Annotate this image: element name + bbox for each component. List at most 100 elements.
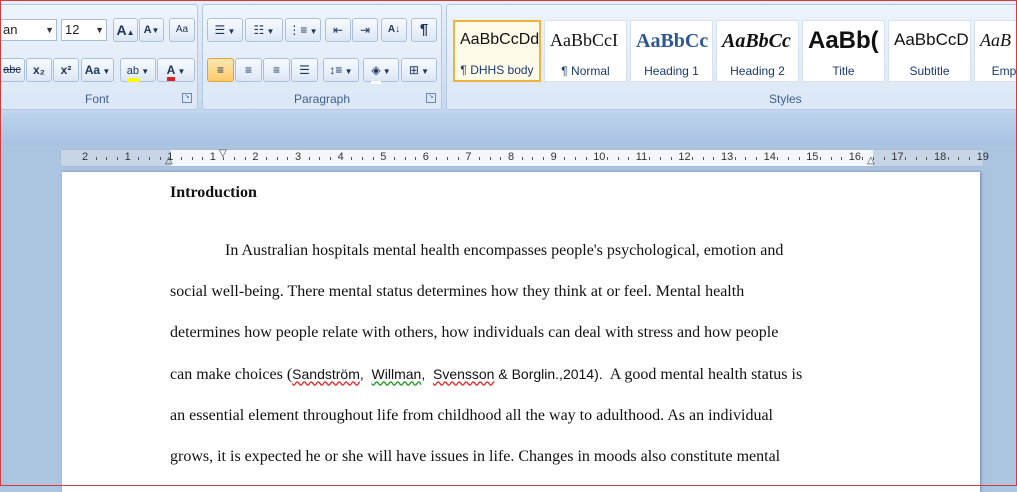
increase-indent-button[interactable]: ⇥ (352, 18, 378, 42)
clear-formatting-button[interactable]: Aa (169, 18, 195, 42)
ruler-number: 18 (934, 151, 947, 163)
paragraph-group: ☰ ▼ ☷ ▼ ⋮≡ ▼ ⇤ ⇥ A↓ ¶ ≡ ≡ ≡ ☰ ↕≡ ▼ ◈ ▼ ⊞… (202, 4, 442, 110)
ruler-tick (351, 157, 353, 160)
subscript-button[interactable]: x₂ (26, 58, 52, 82)
style-preview: AaBbCcI (550, 30, 618, 50)
ruler-number: 13 (721, 151, 734, 163)
ruler-tick (787, 157, 789, 160)
first-line-indent-marker-icon[interactable]: ▽ (219, 148, 227, 159)
ruler-tick (180, 157, 182, 160)
line-spacing-icon: ↕≡ (329, 63, 343, 77)
paragraph-dialog-launcher-icon[interactable]: ↘ (426, 93, 436, 103)
font-dialog-launcher-icon[interactable]: ↘ (182, 93, 192, 103)
ruler-tick (361, 157, 363, 160)
increase-indent-icon: ⇥ (359, 23, 371, 37)
right-indent-marker-icon[interactable]: △ (867, 155, 875, 166)
citation-author: Sandström (292, 365, 360, 382)
style-name: Emp (991, 64, 1017, 78)
style-preview: AaBb( (808, 27, 879, 54)
ruler-tick (968, 157, 970, 160)
horizontal-ruler[interactable]: 2 1 1 1 2 3 4 5 6 7 8 9 10 11 12 13 14 15 16 17 18 19 ▽ △ △ (60, 148, 989, 167)
shrink-font-button[interactable]: A▼ (139, 18, 164, 42)
document-page[interactable]: Introduction In Australian hospitals men… (62, 172, 980, 492)
ruler-tick (479, 157, 481, 160)
style-tile-title[interactable]: AaBb( Title (802, 20, 885, 82)
ruler-tick (660, 157, 662, 160)
ruler-tick (755, 157, 757, 160)
document-body[interactable]: Introduction In Australian hospitals men… (170, 180, 870, 477)
show-formatting-button[interactable]: ¶ (411, 18, 437, 42)
style-tile-emphasis[interactable]: AaB Emp (974, 20, 1017, 82)
align-right-button[interactable]: ≡ (263, 58, 290, 82)
left-indent-marker-icon[interactable]: △ (165, 155, 173, 166)
ruler-tick (287, 157, 289, 160)
justify-icon: ☰ (299, 63, 310, 77)
justify-button[interactable]: ☰ (291, 58, 318, 82)
ruler-tick (234, 157, 236, 160)
ruler-tick (393, 157, 395, 160)
chevron-down-icon: ▼ (45, 25, 54, 35)
ruler-tick (116, 157, 118, 160)
decrease-indent-button[interactable]: ⇤ (325, 18, 351, 42)
ruler-tick (148, 157, 150, 160)
strikethrough-icon: abc (3, 64, 21, 76)
sort-button[interactable]: A↓ (381, 18, 407, 42)
decrease-indent-icon: ⇤ (332, 23, 344, 37)
align-center-button[interactable]: ≡ (235, 58, 262, 82)
ruler-number: 14 (763, 151, 776, 163)
shading-button[interactable]: ◈ ▼ (363, 58, 399, 84)
ruler-tick (915, 157, 917, 160)
ruler-tick (319, 157, 321, 160)
ruler-tick (958, 157, 960, 160)
style-preview: AaBbCcDd (460, 31, 540, 48)
grow-font-button[interactable]: A▲ (113, 18, 138, 42)
ruler-tick (532, 157, 534, 160)
ruler-tick (436, 157, 438, 160)
borders-button[interactable]: ⊞ ▼ (401, 58, 437, 82)
superscript-button[interactable]: x² (53, 58, 79, 82)
highlight-button[interactable]: ab ▼ (120, 58, 156, 82)
paint-bucket-icon: ◈ (371, 59, 381, 84)
style-tile-heading-1[interactable]: AaBbCc Heading 1 (630, 20, 713, 82)
section-heading: Introduction (170, 184, 257, 201)
font-name-combo[interactable]: an ▼ (0, 19, 57, 41)
citation-separator: , (359, 365, 372, 382)
style-tile-normal[interactable]: AaBbCcI ¶ Normal (544, 20, 627, 82)
style-tile-heading-2[interactable]: AaBbCc Heading 2 (716, 20, 799, 82)
line-spacing-button[interactable]: ↕≡ ▼ (323, 58, 359, 82)
chevron-down-icon: ▼ (95, 25, 104, 35)
style-tile-dhhs-body[interactable]: AaBbCcDd ¶ DHHS body (453, 20, 541, 82)
numbering-button[interactable]: ☷ ▼ (245, 18, 283, 42)
ruler-tick (202, 157, 204, 160)
grow-font-icon: A (116, 22, 127, 38)
ruler-tick (457, 157, 459, 160)
text-line: social well-being. There mental status d… (170, 271, 870, 312)
font-color-button[interactable]: A ▼ (157, 58, 195, 82)
ruler-tick (947, 157, 949, 160)
ruler-right-margin (873, 150, 983, 166)
font-size-combo[interactable]: 12 ▼ (61, 19, 107, 41)
citation-author: Willman (371, 365, 422, 382)
ruler-tick (702, 157, 704, 160)
ruler-tick (670, 157, 672, 160)
ruler-tick (649, 157, 651, 160)
bullets-button[interactable]: ☰ ▼ (207, 18, 243, 42)
text-line: grows, it is expected he or she will hav… (170, 436, 870, 477)
font-size-value: 12 (65, 22, 80, 37)
ruler-tick (585, 157, 587, 160)
ruler-tick (798, 157, 800, 160)
bullet-list-icon: ☰ (214, 23, 226, 37)
ribbon-bottom-band (0, 113, 1017, 145)
style-tile-subtitle[interactable]: AaBbCcD Subtitle (888, 20, 971, 82)
ribbon: an ▼ 12 ▼ A▲ A▼ Aa abc x₂ x² Aa ▼ ab ▼ A… (0, 0, 1017, 114)
borders-icon: ⊞ (408, 63, 419, 77)
font-group: an ▼ 12 ▼ A▲ A▼ Aa abc x₂ x² Aa ▼ ab ▼ A… (0, 4, 198, 110)
change-case-button[interactable]: Aa ▼ (81, 58, 114, 82)
ruler-number: 2 (252, 151, 259, 163)
ruler-tick (372, 157, 374, 160)
strikethrough-button[interactable]: abc (0, 58, 25, 82)
line-text: grows, it is expected he or she will hav… (170, 448, 781, 466)
ruler-tick (745, 157, 747, 160)
align-left-button[interactable]: ≡ (207, 58, 234, 82)
multilevel-list-button[interactable]: ⋮≡ ▼ (285, 18, 321, 42)
